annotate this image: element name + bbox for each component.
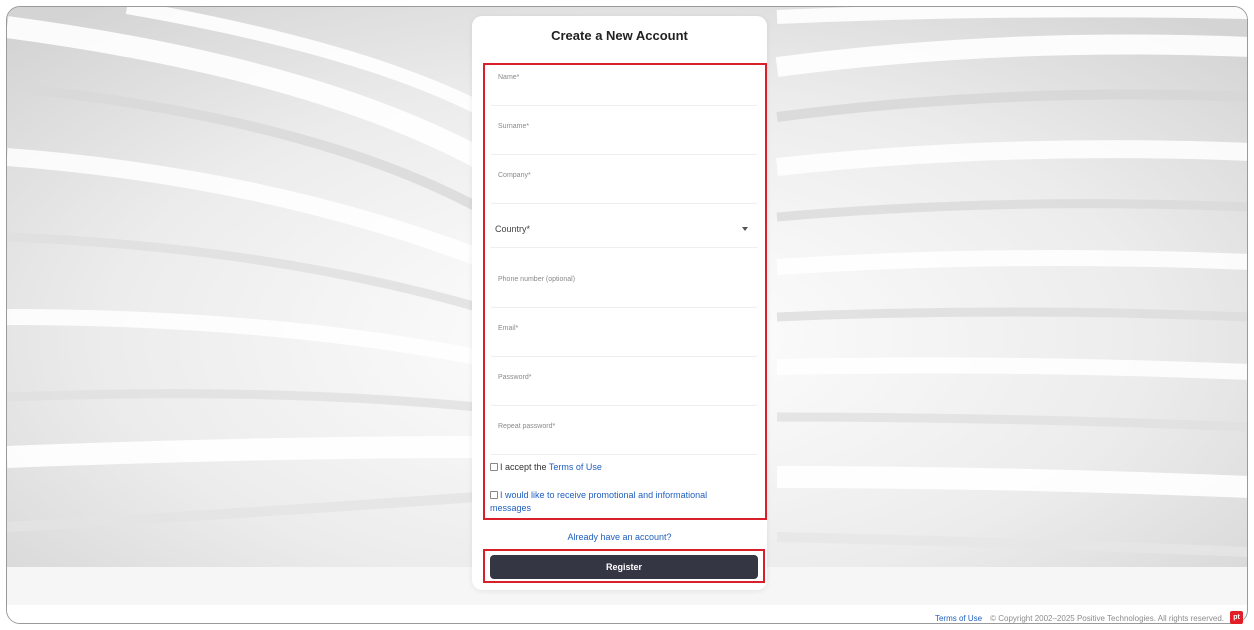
company-field[interactable]: Company*: [490, 164, 758, 204]
register-button[interactable]: Register: [490, 555, 758, 579]
name-field-label: Name*: [498, 74, 520, 81]
footer-terms-link[interactable]: Terms of Use: [935, 614, 982, 623]
phone-input[interactable]: [498, 287, 748, 303]
surname-field-label: Surname*: [498, 123, 530, 130]
email-input[interactable]: [498, 336, 748, 352]
phone-field[interactable]: Phone number (optional): [490, 268, 758, 308]
email-field[interactable]: Email*: [490, 317, 758, 357]
positive-technologies-logo: pt: [1230, 611, 1243, 624]
page-title: Create a New Account: [551, 28, 688, 43]
copyright-text: © Copyright 2002–2025 Positive Technolog…: [990, 614, 1224, 623]
promo-checkbox-label[interactable]: I would like to receive promotional and …: [490, 490, 707, 513]
country-select[interactable]: Country*: [490, 212, 758, 248]
password-input[interactable]: [498, 385, 748, 401]
promo-checkbox-row: I would like to receive promotional and …: [490, 489, 750, 515]
country-select-label: Country*: [495, 224, 531, 234]
surname-input[interactable]: [498, 134, 748, 150]
company-field-label: Company*: [498, 172, 531, 179]
repeat-password-field[interactable]: Repeat password*: [490, 415, 758, 455]
terms-checkbox-label: I accept the: [500, 462, 549, 472]
terms-checkbox[interactable]: [490, 463, 498, 471]
promo-checkbox[interactable]: [490, 491, 498, 499]
password-field-label: Password*: [498, 374, 532, 381]
phone-field-label: Phone number (optional): [498, 276, 576, 283]
footer: Terms of Use © Copyright 2002–2025 Positi…: [935, 614, 1224, 623]
email-field-label: Email*: [498, 325, 519, 332]
surname-field[interactable]: Surname*: [490, 115, 758, 155]
already-have-account-link[interactable]: Already have an account?: [472, 532, 767, 542]
name-field[interactable]: Name*: [490, 66, 758, 106]
terms-checkbox-row: I accept the Terms of Use: [490, 461, 750, 474]
name-input[interactable]: [498, 85, 748, 101]
terms-of-use-link[interactable]: Terms of Use: [549, 462, 602, 472]
company-input[interactable]: [498, 183, 748, 199]
repeat-password-field-label: Repeat password*: [498, 423, 556, 430]
password-field[interactable]: Password*: [490, 366, 758, 406]
repeat-password-input[interactable]: [498, 434, 748, 450]
chevron-down-icon: [742, 227, 748, 231]
